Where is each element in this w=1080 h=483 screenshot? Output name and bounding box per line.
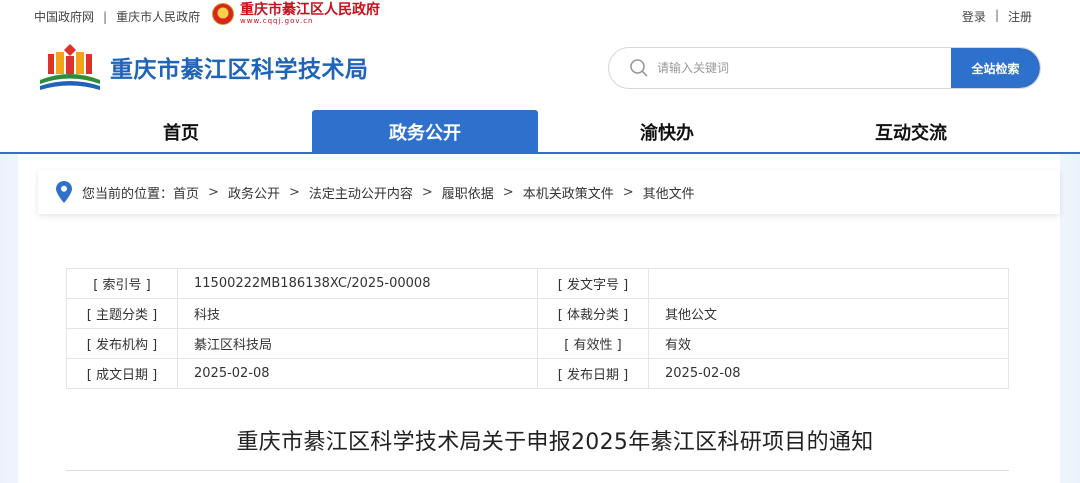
- separator: |: [994, 8, 999, 22]
- doc-number-value: [648, 268, 1009, 299]
- table-row: [ 索引号 ] 11500222MB186138XC/2025-00008 [ …: [66, 268, 1009, 299]
- district-gov-logo[interactable]: 重庆市綦江区人民政府 www.cqqj.gov.cn: [212, 3, 380, 25]
- validity-label: [ 有效性 ]: [537, 328, 649, 359]
- site-title[interactable]: 重庆市綦江区科学技术局: [110, 50, 369, 84]
- register-link[interactable]: 注册: [1008, 8, 1032, 25]
- breadcrumb-policy-docs[interactable]: 本机关政策文件: [523, 183, 614, 202]
- breadcrumb-other-docs[interactable]: 其他文件: [643, 183, 695, 202]
- search-input[interactable]: [657, 48, 947, 88]
- breadcrumb-arrow: >: [208, 184, 219, 200]
- nav-yukuaiban[interactable]: 渝快办: [554, 110, 780, 154]
- publish-date-value: 2025-02-08: [648, 358, 1009, 389]
- validity-value: 有效: [648, 328, 1009, 359]
- nav-interaction[interactable]: 互动交流: [798, 110, 1024, 154]
- external-links: 中国政府网 | 重庆市人民政府: [34, 8, 200, 25]
- breadcrumb: 您当前的位置： 首页 > 政务公开 > 法定主动公开内容 > 履职依据 > 本机…: [38, 170, 1060, 214]
- written-date-value: 2025-02-08: [177, 358, 538, 389]
- search-bar: 全站检索: [608, 47, 1041, 89]
- link-china-gov[interactable]: 中国政府网: [34, 8, 94, 25]
- document-title: 重庆市綦江区科学技术局关于申报2025年綦江区科研项目的通知: [236, 430, 874, 455]
- index-number-value: 11500222MB186138XC/2025-00008: [177, 268, 538, 299]
- breadcrumb-lead: 您当前的位置：: [82, 186, 174, 202]
- publisher-label: [ 发布机构 ]: [66, 328, 178, 359]
- location-pin-icon: [56, 181, 72, 203]
- main-content: 您当前的位置： 首页 > 政务公开 > 法定主动公开内容 > 履职依据 > 本机…: [18, 154, 1060, 483]
- breadcrumb-arrow: >: [502, 184, 514, 200]
- site-header: 重庆市綦江区科学技术局 全站检索: [0, 32, 1080, 110]
- table-row: [ 成文日期 ] 2025-02-08 [ 发布日期 ] 2025-02-08: [66, 358, 1009, 389]
- separator: |: [103, 9, 108, 24]
- national-emblem-icon: [212, 3, 234, 25]
- link-chongqing-gov[interactable]: 重庆市人民政府: [116, 8, 200, 25]
- district-gov-url: www.cqqj.gov.cn: [240, 17, 314, 25]
- document-info-table: [ 索引号 ] 11500222MB186138XC/2025-00008 [ …: [66, 268, 1009, 389]
- breadcrumb-arrow: >: [288, 184, 300, 200]
- topic-category-value: 科技: [177, 298, 538, 329]
- genre-category-value: 其他公文: [648, 298, 1009, 329]
- search-button[interactable]: 全站检索: [951, 48, 1040, 88]
- written-date-label: [ 成文日期 ]: [66, 358, 178, 389]
- publisher-value: 綦江区科技局: [177, 328, 538, 359]
- nav-gov-affairs[interactable]: 政务公开: [312, 110, 538, 154]
- top-utility-bar: 中国政府网 | 重庆市人民政府 重庆市綦江区人民政府 www.cqqj.gov.…: [0, 0, 1080, 32]
- main-nav: 首页 政务公开 渝快办 互动交流: [0, 110, 1080, 154]
- breadcrumb-duty-basis[interactable]: 履职依据: [442, 183, 494, 202]
- breadcrumb-statutory[interactable]: 法定主动公开内容: [309, 183, 413, 202]
- district-gov-name: 重庆市綦江区人民政府: [240, 2, 380, 18]
- index-number-label: [ 索引号 ]: [66, 268, 178, 299]
- breadcrumb-arrow: >: [622, 184, 634, 200]
- breadcrumb-arrow: >: [421, 184, 433, 200]
- topic-category-label: [ 主题分类 ]: [66, 298, 178, 329]
- auth-links: 登录 | 注册: [962, 8, 1032, 25]
- table-row: [ 主题分类 ] 科技 [ 体裁分类 ] 其他公文: [66, 298, 1009, 329]
- breadcrumb-home[interactable]: 首页: [173, 183, 199, 202]
- breadcrumb-gov-affairs[interactable]: 政务公开: [228, 183, 280, 202]
- site-logo-icon[interactable]: [36, 40, 104, 94]
- search-icon: [630, 59, 648, 77]
- title-divider: [66, 470, 1009, 471]
- publish-date-label: [ 发布日期 ]: [537, 358, 649, 389]
- doc-number-label: [ 发文字号 ]: [537, 268, 649, 299]
- login-link[interactable]: 登录: [962, 8, 986, 25]
- nav-home[interactable]: 首页: [68, 110, 294, 154]
- genre-category-label: [ 体裁分类 ]: [537, 298, 649, 329]
- table-row: [ 发布机构 ] 綦江区科技局 [ 有效性 ] 有效: [66, 328, 1009, 359]
